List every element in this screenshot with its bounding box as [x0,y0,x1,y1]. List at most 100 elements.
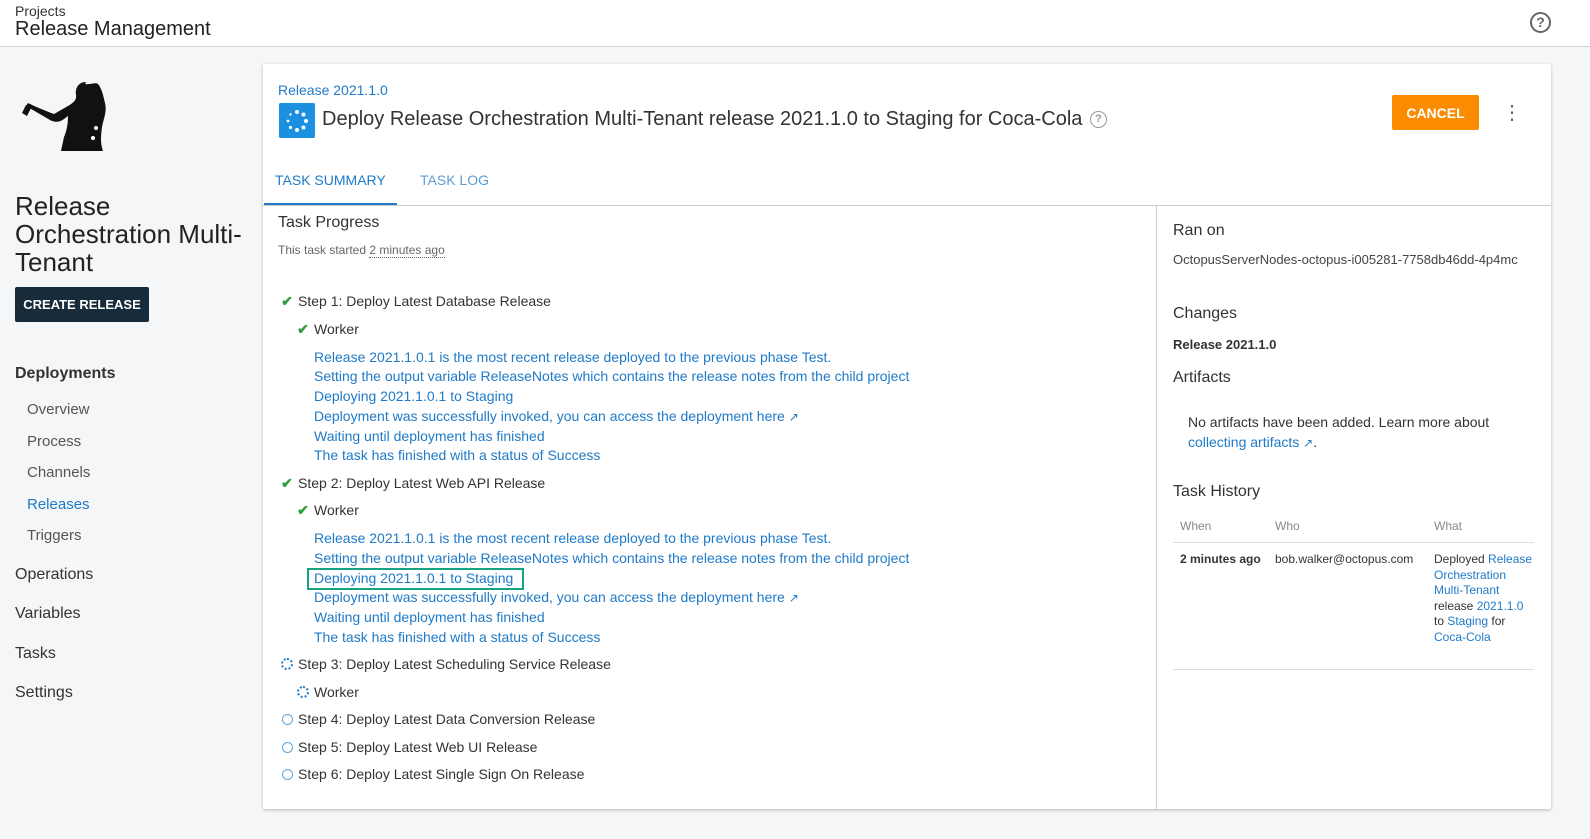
nav-item-channels[interactable]: Channels [27,464,90,481]
question-circle-icon[interactable]: ? [1530,12,1551,33]
check-icon: ✔ [281,293,293,309]
log-line[interactable]: Deploying 2021.1.0.1 to Staging [314,388,513,404]
highlight-box [307,568,524,590]
step-6[interactable]: Step 6: Deploy Latest Single Sign On Rel… [280,766,584,782]
history-col-who: Who [1275,519,1300,533]
step-5[interactable]: Step 5: Deploy Latest Web UI Release [280,739,537,755]
log-text: Deployment was successfully invoked, you… [314,589,757,605]
started-prefix: This task started [278,243,370,257]
artifacts-text: No artifacts have been added. Learn more… [1188,414,1490,430]
clock-icon [281,742,293,753]
step-label: Step 4: Deploy Latest Data Conversion Re… [298,711,596,727]
worker-label: Worker [314,684,359,700]
task-progress-heading: Task Progress [278,214,380,231]
spinner-icon [297,686,309,698]
log-line[interactable]: Waiting until deployment has finished [314,609,545,625]
step-label: Step 3: Deploy Latest Scheduling Service… [298,656,611,672]
artifacts-heading: Artifacts [1173,369,1231,386]
nav-item-releases[interactable]: Releases [27,496,90,513]
external-link-icon[interactable]: ↗ [789,410,799,424]
question-circle-icon[interactable]: ? [1090,111,1107,128]
page-title: Release Management [15,18,211,40]
external-link-icon[interactable]: ↗ [789,591,799,605]
nav-settings[interactable]: Settings [15,684,73,702]
panel-divider [1156,206,1157,809]
step-label: Step 2: Deploy Latest Web API Release [298,475,546,491]
changes-value: Release 2021.1.0 [1173,337,1277,352]
log-line[interactable]: The task has finished with a status of S… [314,447,600,463]
what-release-word: release [1434,598,1477,613]
ran-on-heading: Ran on [1173,222,1225,239]
step-label: Step 6: Deploy Latest Single Sign On Rel… [298,766,585,782]
history-when: 2 minutes ago [1180,552,1261,566]
tabs-divider [263,205,1551,206]
check-icon: ✔ [281,475,293,491]
history-col-when: When [1180,519,1212,533]
check-icon: ✔ [297,502,309,518]
task-running-icon [279,103,315,138]
here-link[interactable]: here [757,408,785,424]
clock-icon [281,769,293,780]
spinner-icon [281,658,293,670]
nav-tasks[interactable]: Tasks [15,645,56,663]
more-vertical-icon[interactable]: ⋮ [1502,102,1522,124]
release-link[interactable]: Release 2021.1.0 [278,82,388,98]
worker-label: Worker [314,502,359,518]
nav-item-triggers[interactable]: Triggers [27,527,81,544]
nav-item-overview[interactable]: Overview [27,401,90,418]
log-line[interactable]: Setting the output variable ReleaseNotes… [314,368,909,384]
step-label: Step 5: Deploy Latest Web UI Release [298,739,538,755]
history-col-what: What [1434,519,1463,533]
ran-on-value: OctopusServerNodes-octopus-i005281-7758d… [1173,252,1518,267]
task-started-text: This task started 2 minutes ago [278,243,445,258]
worker-2[interactable]: ✔ Worker [296,502,359,519]
nav-variables[interactable]: Variables [15,605,81,623]
worker-label: Worker [314,321,359,337]
top-bar: Projects Release Management ? [0,0,1590,47]
here-link[interactable]: here [757,589,785,605]
tab-task-summary[interactable]: TASK SUMMARY [275,172,386,188]
check-icon: ✔ [297,321,309,337]
step-3[interactable]: Step 3: Deploy Latest Scheduling Service… [280,656,611,672]
what-for: for [1488,614,1506,629]
project-logo [22,82,106,151]
step-2[interactable]: ✔ Step 2: Deploy Latest Web API Release [280,475,545,492]
history-what: Deployed Release Orchestration Multi-Ten… [1434,552,1534,646]
history-who: bob.walker@octopus.com [1275,552,1414,566]
cancel-button[interactable]: CANCEL [1392,95,1479,130]
log-line[interactable]: The task has finished with a status of S… [314,629,600,645]
changes-heading: Changes [1173,305,1238,322]
project-name: Release Orchestration Multi-Tenant [15,191,242,277]
task-history-heading: Task History [1173,483,1261,500]
worker-3[interactable]: Worker [296,684,359,700]
history-environment-link[interactable]: Staging [1447,614,1488,628]
breadcrumb[interactable]: Projects [15,3,66,19]
log-line[interactable]: Release 2021.1.0.1 is the most recent re… [314,349,831,365]
external-link-icon[interactable]: ↗ [1303,436,1313,450]
task-title: Deploy Release Orchestration Multi-Tenan… [322,108,1083,130]
history-release-link[interactable]: 2021.1.0 [1477,599,1524,613]
log-line: Deployment was successfully invoked, you… [314,589,799,605]
log-line[interactable]: Waiting until deployment has finished [314,428,545,444]
collecting-artifacts-link[interactable]: collecting artifacts [1188,434,1299,450]
history-divider [1173,542,1534,543]
step-label: Step 1: Deploy Latest Database Release [298,293,551,309]
log-line: Deployment was successfully invoked, you… [314,408,799,424]
nav-deployments[interactable]: Deployments [15,365,115,383]
what-prefix: Deployed [1434,552,1489,566]
tab-task-log[interactable]: TASK LOG [420,172,489,188]
started-ago: 2 minutes ago [369,243,445,258]
history-divider [1173,669,1534,670]
what-to: to [1434,614,1448,629]
log-line[interactable]: Setting the output variable ReleaseNotes… [314,550,909,566]
worker-1[interactable]: ✔ Worker [296,321,359,338]
step-4[interactable]: Step 4: Deploy Latest Data Conversion Re… [280,711,595,727]
create-release-button[interactable]: CREATE RELEASE [15,287,149,322]
log-line[interactable]: Release 2021.1.0.1 is the most recent re… [314,530,831,546]
history-tenant-link[interactable]: Coca-Cola [1434,630,1491,644]
step-1[interactable]: ✔ Step 1: Deploy Latest Database Release [280,293,551,310]
nav-item-process[interactable]: Process [27,433,81,450]
clock-icon [281,714,293,725]
artifacts-message: No artifacts have been added. Learn more… [1188,414,1490,450]
nav-operations[interactable]: Operations [15,566,93,584]
